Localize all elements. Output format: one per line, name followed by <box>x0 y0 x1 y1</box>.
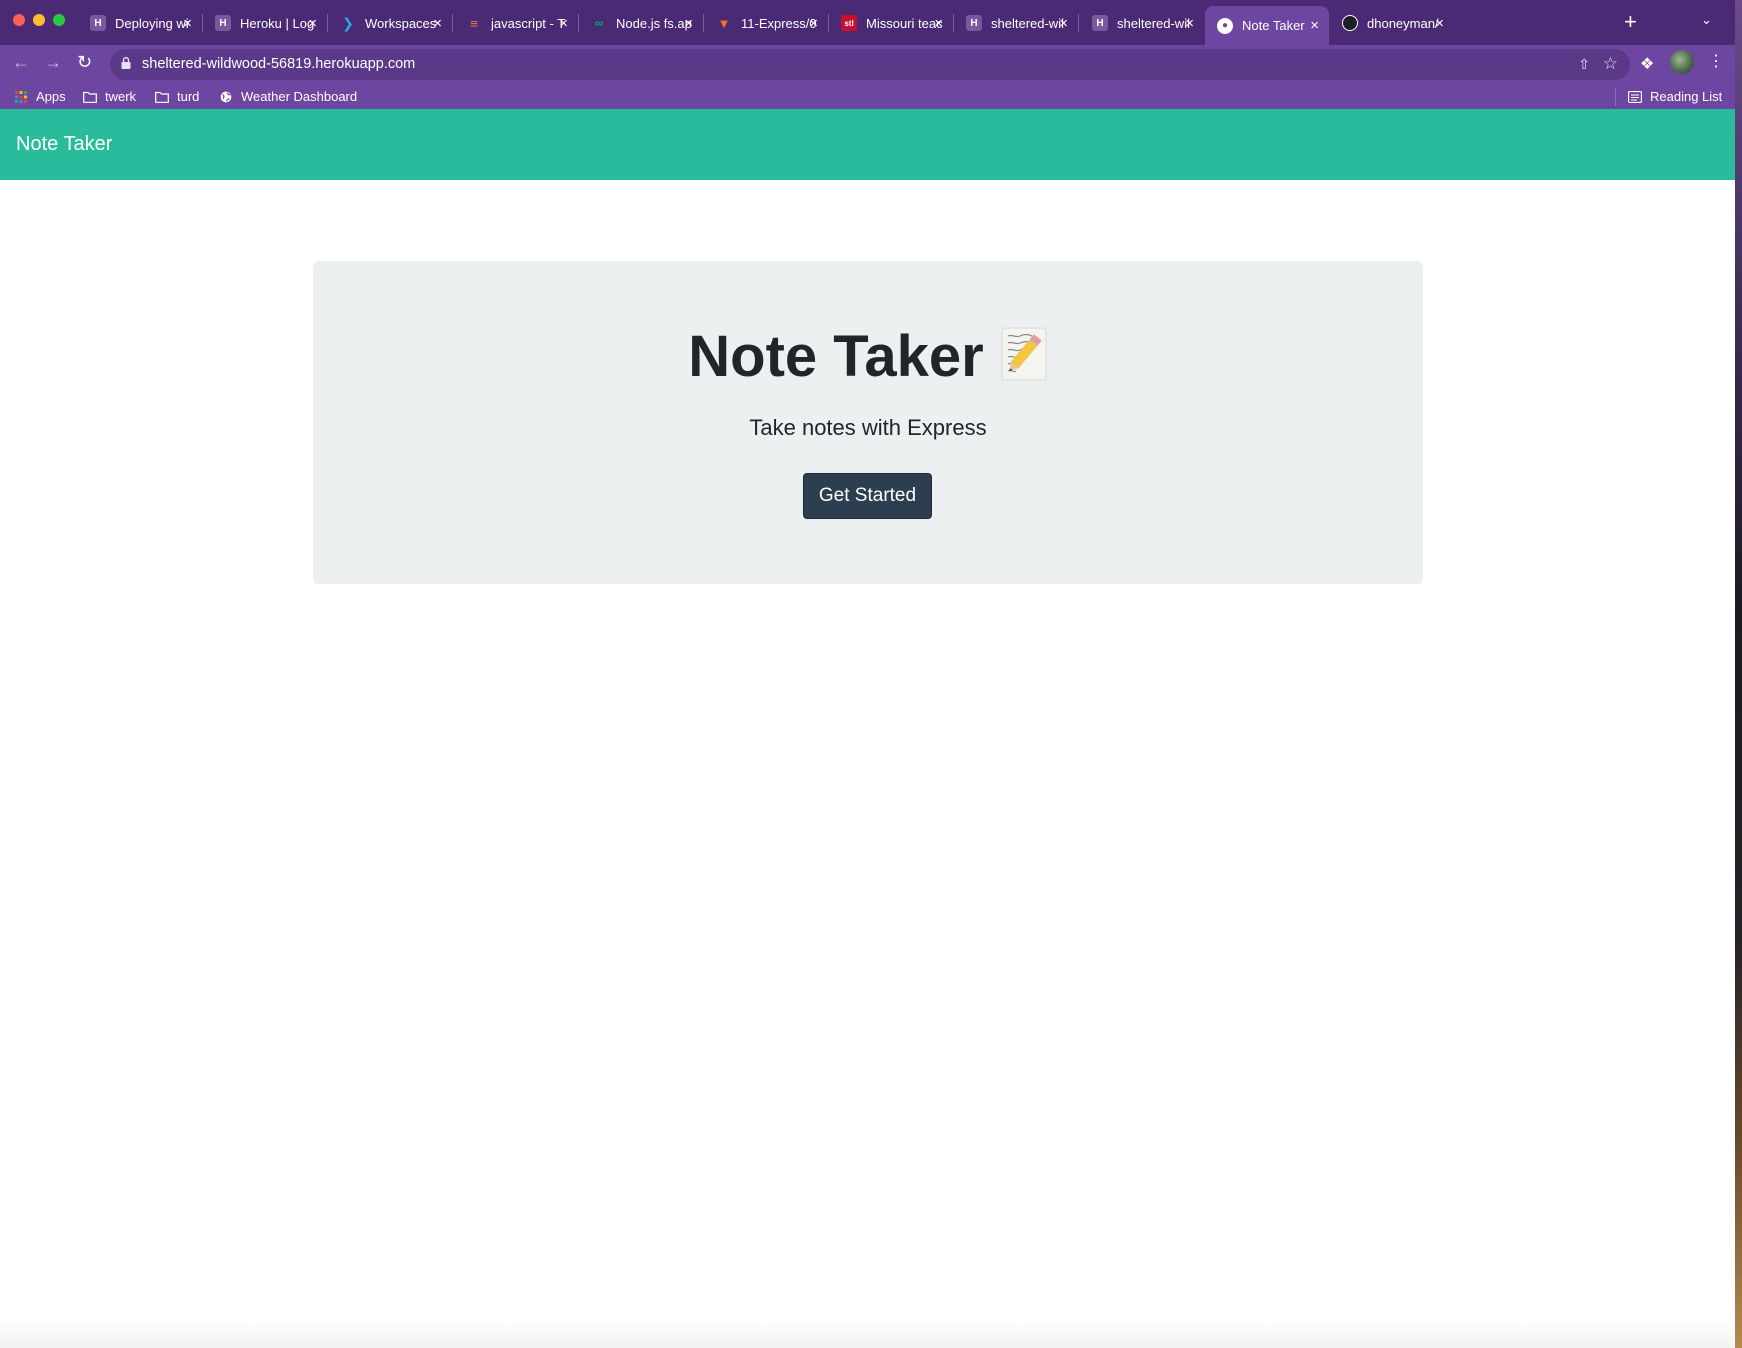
hero-subtitle: Take notes with Express <box>749 415 987 440</box>
window-maximize-button[interactable] <box>53 14 65 26</box>
tab-close-icon[interactable]: × <box>1435 15 1444 32</box>
hero-title-text: Note Taker <box>688 324 984 389</box>
globe-icon <box>220 91 232 102</box>
bookmark-apps-label: Apps <box>36 89 66 104</box>
extensions-puzzle-icon[interactable]: ❖ <box>1640 54 1654 74</box>
tab[interactable]: dhoneyman/× <box>1330 8 1454 38</box>
memo-pencil-icon <box>1000 326 1048 382</box>
address-bar[interactable]: sheltered-wildwood-56819.herokuapp.com ⇧… <box>110 49 1630 80</box>
tab[interactable]: H Deploying wi × <box>78 8 202 38</box>
window-close-button[interactable] <box>13 14 25 26</box>
tab-close-icon[interactable]: × <box>183 15 192 32</box>
bookmark-weather-dashboard[interactable]: Weather Dashboard <box>219 89 357 104</box>
get-started-button[interactable]: Get Started <box>803 473 932 519</box>
apps-grid-icon <box>15 90 27 103</box>
screen: H Deploying wi × H Heroku | Log × ❯ Workspaces ×… <box>0 0 1742 1348</box>
stl-news-icon: stl <box>841 15 857 31</box>
tab-close-icon[interactable]: × <box>1185 15 1194 32</box>
tab[interactable]: ▼ 11-Express/0 × <box>704 8 828 38</box>
web-page: Note Taker Note Taker Take notes with Ex… <box>0 109 1735 1348</box>
tab-strip: H Deploying wi × H Heroku | Log × ❯ Workspaces ×… <box>0 0 1735 45</box>
tab-close-icon[interactable]: × <box>934 15 943 32</box>
folder-icon <box>83 91 97 103</box>
tab-search-chevron-icon[interactable]: ⌄ <box>1701 12 1712 28</box>
w3schools-icon: ∞ <box>594 16 604 30</box>
bookmark-star-icon[interactable]: ☆ <box>1603 54 1618 74</box>
tab-close-icon[interactable]: × <box>809 15 818 32</box>
bookmark-folder-turd[interactable]: turd <box>155 89 199 104</box>
share-icon[interactable]: ⇧ <box>1578 56 1590 73</box>
browser-menu-icon[interactable]: ⋮ <box>1708 51 1724 71</box>
tab-close-icon[interactable]: × <box>559 15 568 32</box>
reload-icon[interactable]: ↻ <box>77 52 92 73</box>
app-navbar: Note Taker <box>0 109 1735 180</box>
page-bottom-shadow <box>0 1319 1735 1348</box>
tab[interactable]: ● Note Taker × <box>1205 6 1329 45</box>
url-text: sheltered-wildwood-56819.herokuapp.com <box>142 56 416 72</box>
stackoverflow-icon: ≡ <box>470 15 478 31</box>
browser-toolbar: ← → ↻ sheltered-wildwood-56819.herokuapp… <box>0 45 1735 85</box>
tab-separator <box>452 14 453 32</box>
tab[interactable]: ❯ Workspaces × <box>328 8 452 38</box>
browser-window: H Deploying wi × H Heroku | Log × ❯ Workspaces ×… <box>0 0 1735 1348</box>
reading-list-icon <box>1628 90 1642 103</box>
tab-close-icon[interactable]: × <box>684 15 693 32</box>
vscode-icon: ❯ <box>342 14 354 31</box>
bookmarks-divider <box>1615 88 1616 106</box>
profile-avatar[interactable] <box>1670 50 1694 74</box>
tab[interactable]: ≡ javascript - T × <box>454 8 578 38</box>
heroku-icon: H <box>215 15 231 31</box>
hero-title: Note Taker <box>313 323 1423 390</box>
bookmark-twerk-label: twerk <box>105 89 137 104</box>
tab[interactable]: ∞ Node.js fs.ap × <box>579 8 703 38</box>
reading-list-button[interactable]: Reading List <box>1628 89 1722 104</box>
heroku-icon: H <box>966 15 982 31</box>
lock-icon <box>121 57 131 69</box>
heroku-icon: H <box>90 15 106 31</box>
reading-list-label: Reading List <box>1650 89 1723 104</box>
desktop-background <box>1735 0 1742 1348</box>
forward-arrow-icon[interactable]: → <box>44 52 62 73</box>
bookmark-weather-label: Weather Dashboard <box>241 89 358 104</box>
window-minimize-button[interactable] <box>33 14 45 26</box>
bookmark-apps[interactable]: Apps <box>14 89 66 104</box>
heroku-icon: H <box>1092 15 1108 31</box>
tab[interactable]: Hsheltered-wil × <box>954 8 1078 38</box>
tab[interactable]: stl Missouri teac × <box>829 8 953 38</box>
navbar-brand-link[interactable]: Note Taker <box>16 133 112 156</box>
tab[interactable]: Hsheltered-wil × <box>1080 8 1204 38</box>
new-tab-button[interactable]: + <box>1624 10 1637 34</box>
tab[interactable]: H Heroku | Log × <box>203 8 327 38</box>
folder-icon <box>155 91 169 103</box>
bookmark-folder-twerk[interactable]: twerk <box>83 89 136 104</box>
tab-close-icon[interactable]: × <box>308 15 317 32</box>
github-icon <box>1342 15 1358 31</box>
back-arrow-icon[interactable]: ← <box>12 52 30 73</box>
gitlab-icon: ▼ <box>717 15 731 31</box>
bookmarks-bar: Apps twerk turd Weather Dashboard Readin… <box>0 85 1735 109</box>
tab-close-icon[interactable]: × <box>1059 15 1068 32</box>
globe-icon: ● <box>1217 17 1233 34</box>
tab-separator <box>1078 14 1079 32</box>
bookmark-turd-label: turd <box>177 89 200 104</box>
tab-close-icon[interactable]: × <box>433 15 442 32</box>
tab-close-icon[interactable]: × <box>1310 17 1319 34</box>
hero-jumbotron: Note Taker Take notes with Express Get S… <box>313 261 1423 584</box>
